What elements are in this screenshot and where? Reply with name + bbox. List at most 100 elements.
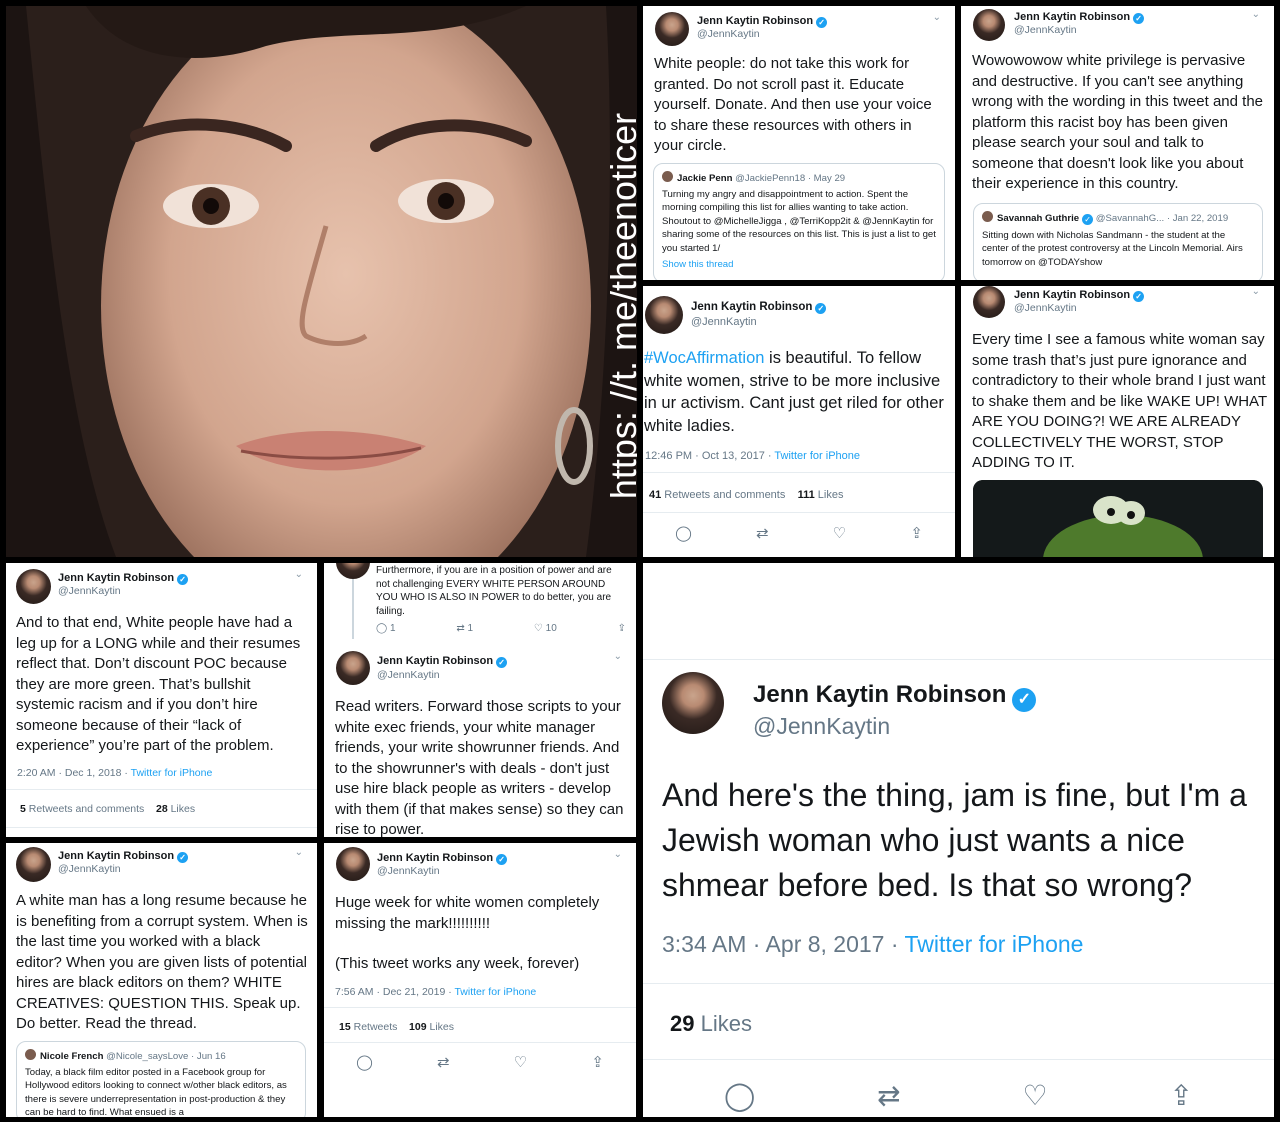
like-icon[interactable]: ♡ bbox=[514, 1053, 527, 1071]
like-count[interactable]: 28 bbox=[156, 803, 168, 815]
author-name[interactable]: Jenn Kaytin Robinson ✓ bbox=[377, 852, 508, 865]
divider bbox=[6, 789, 317, 790]
verified-icon: ✓ bbox=[496, 657, 508, 668]
author-handle[interactable]: @JennKaytin bbox=[58, 863, 121, 875]
source-link[interactable]: Twitter for iPhone bbox=[454, 986, 536, 998]
author-handle[interactable]: @JennKaytin bbox=[691, 316, 757, 328]
tweet-card-d[interactable]: Jenn Kaytin Robinson ✓ @JennKaytin ⌄ Ever… bbox=[961, 286, 1274, 557]
verified-icon: ✓ bbox=[816, 17, 828, 28]
author-name[interactable]: Jenn Kaytin Robinson ✓ bbox=[58, 850, 189, 863]
avatar[interactable] bbox=[336, 847, 370, 881]
portrait-photo: https: //t. me/theenoticer bbox=[6, 6, 637, 557]
verified-icon: ✓ bbox=[815, 303, 827, 314]
quoted-tweet[interactable]: Savannah Guthrie ✓ @SavannahG... · Jan 22… bbox=[973, 203, 1263, 280]
retweet-count[interactable]: 15 bbox=[339, 1021, 351, 1033]
like-icon[interactable]: ♡ bbox=[1023, 1079, 1048, 1112]
share-icon[interactable]: ⇪ bbox=[910, 524, 923, 542]
retweet-icon[interactable]: ⇄ 1 bbox=[456, 623, 473, 634]
hashtag-link[interactable]: #WocAffirmation bbox=[644, 349, 764, 367]
chevron-down-icon[interactable]: ⌄ bbox=[295, 569, 303, 580]
chevron-down-icon[interactable]: ⌄ bbox=[1252, 9, 1260, 20]
action-bar: ◯ ⇄ ♡ ⇪ bbox=[643, 524, 955, 542]
like-icon[interactable]: ♡ 10 bbox=[534, 623, 557, 634]
retweet-icon[interactable]: ⇄ bbox=[756, 524, 769, 542]
avatar[interactable] bbox=[16, 847, 51, 882]
chevron-down-icon[interactable]: ⌄ bbox=[614, 651, 622, 662]
tweet-card-e[interactable]: Jenn Kaytin Robinson ✓ @JennKaytin ⌄ And … bbox=[6, 563, 317, 837]
author-name[interactable]: Jenn Kaytin Robinson ✓ bbox=[377, 655, 508, 668]
author-handle[interactable]: @JennKaytin bbox=[1014, 302, 1077, 314]
source-link[interactable]: Twitter for iPhone bbox=[905, 931, 1084, 957]
like-count[interactable]: 109 bbox=[409, 1021, 427, 1033]
share-icon[interactable]: ⇪ bbox=[591, 1053, 604, 1071]
tweet-text: Huge week for white women completely mis… bbox=[335, 894, 600, 932]
like-icon[interactable]: ♡ bbox=[833, 524, 846, 542]
author-name[interactable]: Jenn Kaytin Robinson ✓ bbox=[1014, 11, 1145, 24]
avatar[interactable] bbox=[662, 672, 724, 734]
avatar[interactable] bbox=[973, 9, 1005, 41]
author-handle[interactable]: @JennKaytin bbox=[377, 865, 440, 877]
verified-icon: ✓ bbox=[177, 574, 189, 585]
tweet-card-g[interactable]: Jenn Kaytin Robinson ✓ @JennKaytin ⌄ A wh… bbox=[6, 843, 317, 1117]
author-handle[interactable]: @JennKaytin bbox=[753, 713, 890, 740]
tweet-text: #WocAffirmation is beautiful. To fellow … bbox=[644, 347, 955, 437]
author-handle[interactable]: @JennKaytin bbox=[697, 28, 760, 40]
reply-icon[interactable]: ◯ 1 bbox=[376, 623, 396, 634]
show-thread-link[interactable]: Show this thread bbox=[662, 258, 936, 272]
thread-line bbox=[352, 579, 354, 639]
tweet-timestamp: 12:46 PM · Oct 13, 2017 · Twitter for iP… bbox=[645, 450, 861, 462]
embedded-gif[interactable] bbox=[973, 480, 1263, 557]
reply-icon[interactable]: ◯ bbox=[724, 1079, 755, 1112]
tweet-stats: 5 Retweets and comments 28 Likes bbox=[20, 803, 196, 815]
quoted-tweet[interactable]: Jackie Penn @JackiePenn18 · May 29 Turni… bbox=[653, 163, 945, 280]
retweet-count[interactable]: 41 bbox=[649, 489, 661, 501]
chevron-down-icon[interactable]: ⌄ bbox=[933, 12, 941, 23]
quoted-avatar bbox=[982, 211, 993, 222]
quoted-name: Nicole French bbox=[40, 1051, 104, 1062]
reply-icon[interactable]: ◯ bbox=[675, 524, 692, 542]
author-name[interactable]: Jenn Kaytin Robinson ✓ bbox=[697, 15, 828, 28]
retweet-icon[interactable]: ⇄ bbox=[437, 1053, 450, 1071]
verified-icon: ✓ bbox=[1133, 13, 1145, 24]
avatar[interactable] bbox=[16, 569, 51, 604]
quoted-tweet[interactable]: Nicole French @Nicole_saysLove · Jun 16 … bbox=[16, 1041, 306, 1117]
divider bbox=[643, 659, 1274, 660]
tweet-card-h[interactable]: Jenn Kaytin Robinson ✓ @JennKaytin ⌄ Huge… bbox=[324, 843, 636, 1117]
avatar[interactable] bbox=[973, 286, 1005, 318]
author-name[interactable]: Jenn Kaytin Robinson ✓ bbox=[753, 681, 1037, 712]
chevron-down-icon[interactable]: ⌄ bbox=[295, 847, 303, 858]
tweet-card-b[interactable]: Jenn Kaytin Robinson ✓ @JennKaytin ⌄ Wowo… bbox=[961, 6, 1274, 280]
verified-icon: ✓ bbox=[177, 852, 189, 863]
tweet-text: And here's the thing, jam is fine, but I… bbox=[662, 777, 1247, 903]
like-count[interactable]: 29 bbox=[670, 1011, 694, 1036]
chevron-down-icon[interactable]: ⌄ bbox=[614, 849, 622, 860]
author-handle[interactable]: @JennKaytin bbox=[377, 669, 440, 681]
source-link[interactable]: Twitter for iPhone bbox=[131, 767, 213, 779]
share-icon[interactable]: ⇪ bbox=[1170, 1079, 1193, 1112]
divider bbox=[643, 472, 955, 473]
author-name[interactable]: Jenn Kaytin Robinson ✓ bbox=[1014, 289, 1145, 302]
previous-avatar[interactable] bbox=[336, 563, 370, 579]
author-handle[interactable]: @JennKaytin bbox=[1014, 24, 1077, 36]
share-icon[interactable]: ⇪ bbox=[618, 623, 626, 634]
tweet-stats: 41 Retweets and comments 111 Likes bbox=[649, 489, 844, 501]
avatar[interactable] bbox=[645, 296, 683, 334]
tweet-card-c[interactable]: Jenn Kaytin Robinson ✓ @JennKaytin #WocAf… bbox=[643, 286, 955, 557]
tweet-card-i[interactable]: Jenn Kaytin Robinson ✓ @JennKaytin And he… bbox=[643, 563, 1274, 1117]
retweet-icon[interactable]: ⇄ bbox=[877, 1079, 900, 1112]
like-count[interactable]: 111 bbox=[798, 489, 815, 501]
quoted-name: Jackie Penn bbox=[677, 173, 733, 184]
tweet-card-a[interactable]: Jenn Kaytin Robinson ✓ @JennKaytin ⌄ Whit… bbox=[643, 6, 955, 280]
divider bbox=[643, 983, 1274, 984]
chevron-down-icon[interactable]: ⌄ bbox=[1252, 286, 1260, 297]
source-link[interactable]: Twitter for iPhone bbox=[774, 450, 860, 462]
avatar[interactable] bbox=[655, 12, 689, 46]
verified-icon: ✓ bbox=[496, 854, 508, 865]
tweet-card-f[interactable]: Furthermore, if you are in a position of… bbox=[324, 563, 636, 837]
author-name[interactable]: Jenn Kaytin Robinson ✓ bbox=[58, 572, 189, 585]
author-name[interactable]: Jenn Kaytin Robinson ✓ bbox=[691, 301, 827, 314]
reply-icon[interactable]: ◯ bbox=[356, 1053, 373, 1071]
quoted-name: Savannah Guthrie bbox=[997, 213, 1080, 224]
avatar[interactable] bbox=[336, 651, 370, 685]
author-handle[interactable]: @JennKaytin bbox=[58, 585, 121, 597]
